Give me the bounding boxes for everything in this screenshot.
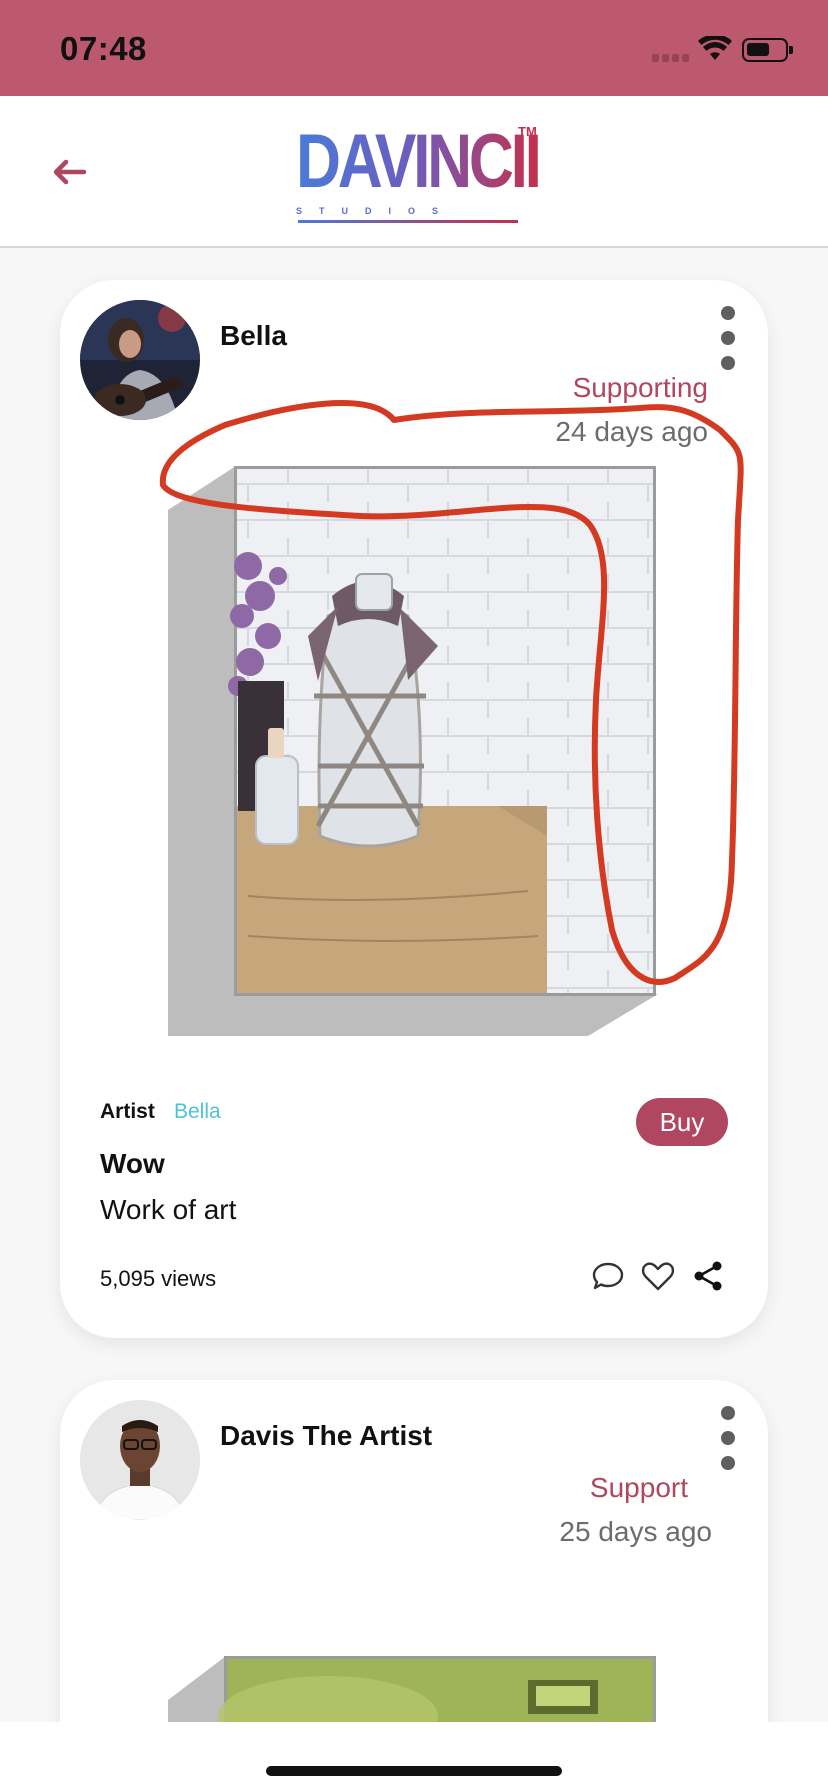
artwork-description: Work of art xyxy=(100,1194,237,1225)
comment-icon[interactable] xyxy=(590,1258,626,1294)
logo-wordmark: DAVINCII xyxy=(296,119,542,204)
post-card: Bella Supporting 24 days ago Artist Bell… xyxy=(60,280,768,1338)
support-link[interactable]: Support xyxy=(590,1472,688,1504)
avatar[interactable] xyxy=(80,1400,200,1520)
post-card: Davis The Artist Support 25 days ago xyxy=(60,1380,768,1722)
status-time: 07:48 xyxy=(60,30,147,67)
share-icon[interactable] xyxy=(690,1258,726,1294)
post-author[interactable]: Davis The Artist xyxy=(220,1420,432,1452)
artwork-image[interactable] xyxy=(168,466,658,1036)
wifi-icon xyxy=(698,36,732,60)
app-header: DAVINCII TM STUDIOS xyxy=(0,96,828,248)
heart-icon[interactable] xyxy=(640,1258,676,1294)
supporting-link[interactable]: Supporting xyxy=(573,372,708,404)
avatar[interactable] xyxy=(80,300,200,420)
arrow-left-icon[interactable] xyxy=(44,146,96,198)
logo-subtitle: STUDIOS xyxy=(296,206,456,216)
buy-button[interactable]: Buy xyxy=(636,1098,728,1146)
post-time: 25 days ago xyxy=(559,1516,712,1547)
battery-icon xyxy=(742,38,793,62)
post-time: 24 days ago xyxy=(555,416,708,447)
more-options-icon[interactable] xyxy=(718,1406,738,1470)
logo-underline xyxy=(298,220,518,223)
cellular-signal-icon xyxy=(652,54,690,62)
status-bar: 07:48 xyxy=(0,0,828,96)
post-author[interactable]: Bella xyxy=(220,320,287,352)
home-indicator[interactable] xyxy=(266,1766,562,1776)
artist-label: Artist xyxy=(100,1100,155,1123)
more-options-icon[interactable] xyxy=(718,306,738,370)
logo-trademark: TM xyxy=(518,124,537,139)
post-feed[interactable]: Bella Supporting 24 days ago Artist Bell… xyxy=(0,250,828,1722)
artwork-image[interactable] xyxy=(168,1656,658,1722)
davincii-logo: DAVINCII TM STUDIOS xyxy=(296,119,542,232)
view-count: 5,095 views xyxy=(100,1266,217,1291)
artwork-title: Wow xyxy=(100,1148,165,1179)
bottom-safe-area xyxy=(0,1722,828,1792)
artist-name-link[interactable]: Bella xyxy=(174,1100,221,1124)
